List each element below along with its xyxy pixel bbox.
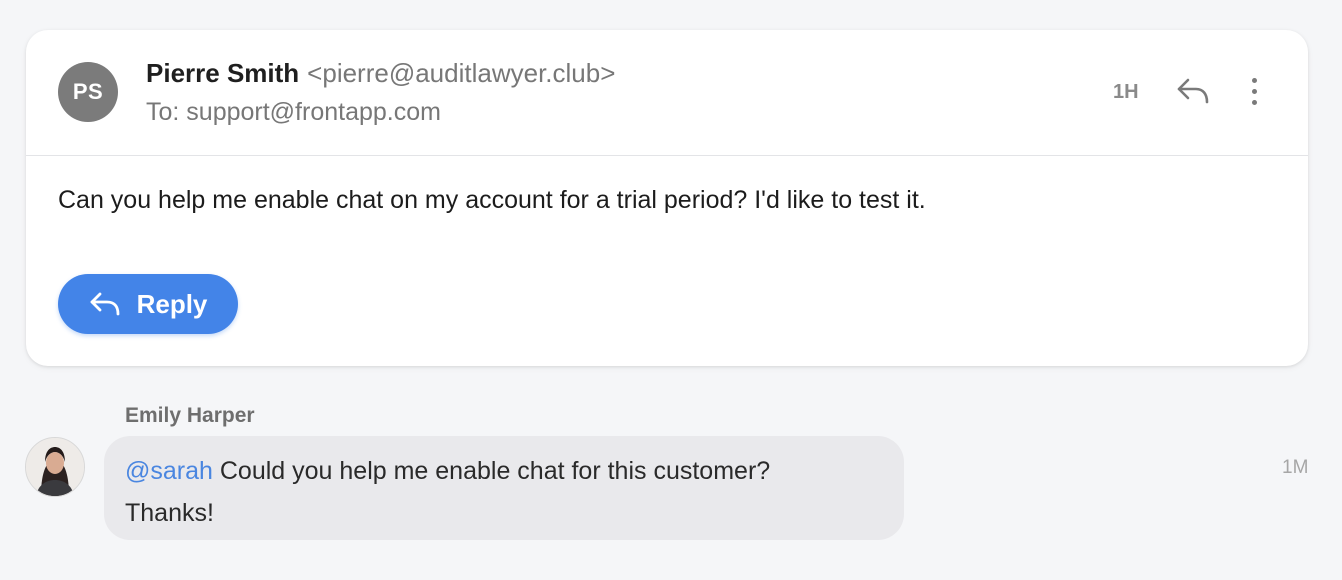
reply-button-label: Reply [136, 288, 208, 319]
mention-link[interactable]: @sarah [125, 457, 213, 485]
message-body: Can you help me enable chat on my accoun… [58, 186, 926, 214]
sender-avatar[interactable]: PS [58, 62, 118, 122]
recipient-line: To: support@frontapp.com [146, 98, 441, 126]
more-vertical-icon[interactable] [1248, 74, 1260, 108]
from-line: Pierre Smith <pierre@auditlawyer.club> [146, 58, 615, 89]
sender-email: <pierre@auditlawyer.club> [307, 58, 616, 88]
comment-author: Emily Harper [125, 404, 255, 427]
sender-name[interactable]: Pierre Smith [146, 58, 299, 88]
comment-bubble: @sarah Could you help me enable chat for… [104, 436, 904, 540]
email-message-card: PS Pierre Smith <pierre@auditlawyer.club>… [26, 30, 1308, 366]
comment-timestamp: 1M [1282, 457, 1309, 478]
reply-arrow-icon [90, 292, 119, 316]
comment-text: Could you help me enable chat for this c… [212, 457, 771, 485]
message-timestamp: 1H [1113, 81, 1139, 103]
commenter-avatar[interactable] [25, 437, 85, 497]
message-header: PS Pierre Smith <pierre@auditlawyer.club>… [26, 30, 1308, 156]
reply-button[interactable]: Reply [58, 274, 238, 334]
comment-text-line2: Thanks! [125, 499, 214, 527]
reply-icon[interactable] [1176, 76, 1210, 106]
